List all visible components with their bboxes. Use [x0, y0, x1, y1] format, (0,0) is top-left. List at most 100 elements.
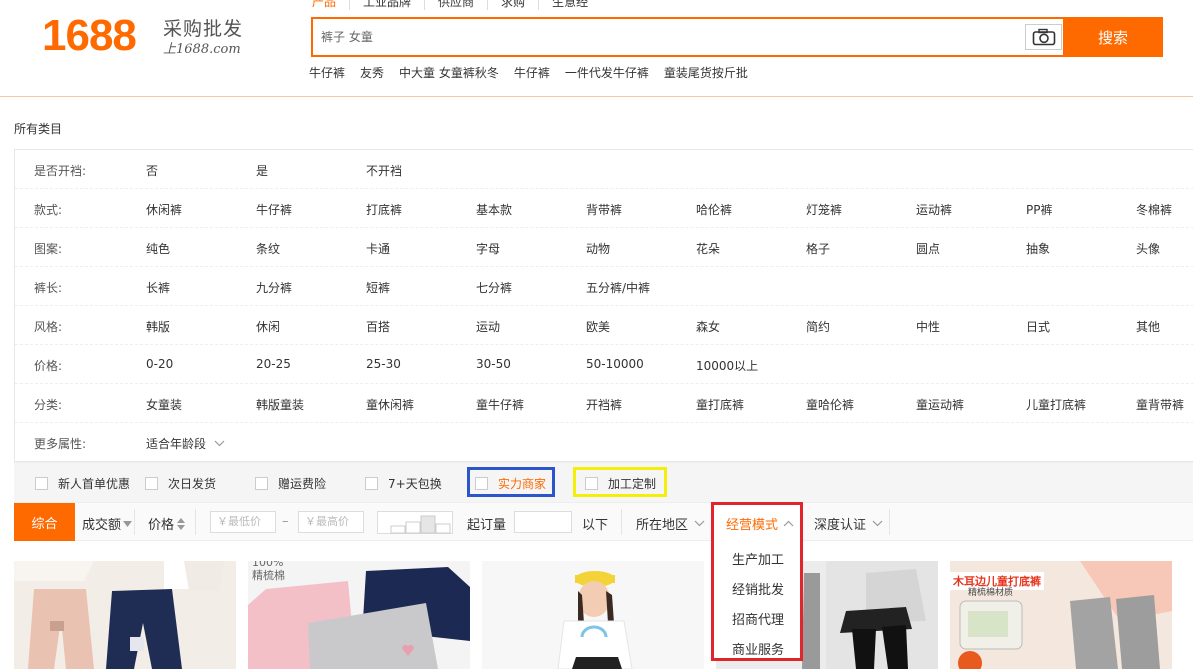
product-card[interactable]	[14, 561, 236, 669]
filter-option[interactable]: 不开裆	[366, 162, 402, 179]
filter-option[interactable]: 条纹	[256, 240, 280, 257]
filter-option[interactable]: 简约	[806, 318, 830, 335]
filter-option[interactable]: 童背带裤	[1136, 396, 1184, 413]
filter-option[interactable]: 字母	[476, 240, 500, 257]
checkbox[interactable]	[35, 477, 48, 490]
price-distribution-chart[interactable]	[377, 511, 453, 534]
checkbox[interactable]	[145, 477, 158, 490]
filter-option[interactable]: 否	[146, 162, 158, 179]
filter-option[interactable]: 休闲裤	[146, 201, 182, 218]
checkbox[interactable]	[365, 477, 378, 490]
business-mode-option[interactable]: 商业服务	[732, 639, 784, 658]
filter-option[interactable]: 20-25	[256, 357, 291, 371]
logo[interactable]: 1688	[42, 11, 137, 61]
filter-option[interactable]: 运动	[476, 318, 500, 335]
tab-business[interactable]: 生意经	[538, 0, 601, 10]
business-mode-toggle[interactable]: 经营模式	[726, 514, 794, 533]
filter-option[interactable]: 女童装	[146, 396, 182, 413]
filter-option[interactable]: 休闲	[256, 318, 280, 335]
filter-option[interactable]: 童休闲裤	[366, 396, 414, 413]
filter-option[interactable]: PP裤	[1026, 201, 1052, 218]
sort-comprehensive[interactable]: 综合	[14, 503, 75, 541]
filter-option[interactable]: 基本款	[476, 201, 512, 218]
service-checkbox-7day-exchange[interactable]: 7+天包换	[365, 475, 442, 492]
filter-option[interactable]: 森女	[696, 318, 720, 335]
filter-option[interactable]: 韩版童装	[256, 396, 304, 413]
product-card[interactable]	[482, 561, 704, 669]
filter-option[interactable]: 是	[256, 162, 268, 179]
sort-volume[interactable]: 成交额	[82, 514, 133, 533]
filter-option[interactable]: 七分裤	[476, 279, 512, 296]
filter-option[interactable]: 0-20	[146, 357, 173, 371]
hot-word[interactable]: 牛仔裤	[309, 66, 345, 80]
filter-option[interactable]: 背带裤	[586, 201, 622, 218]
filter-option[interactable]: 花朵	[696, 240, 720, 257]
filter-option[interactable]: 儿童打底裤	[1026, 396, 1086, 413]
hot-word[interactable]: 中大童 女童裤秋冬	[399, 66, 499, 80]
filter-option[interactable]: 童哈伦裤	[806, 396, 854, 413]
checkbox[interactable]	[475, 477, 488, 490]
product-card[interactable]: 木耳边儿童打底裤 精梳棉材质	[950, 561, 1172, 669]
checkbox[interactable]	[255, 477, 268, 490]
filter-option[interactable]: 运动裤	[916, 201, 952, 218]
filter-option[interactable]: 灯笼裤	[806, 201, 842, 218]
filter-option[interactable]: 50-10000	[586, 357, 644, 371]
filter-option[interactable]: 五分裤/中裤	[586, 279, 650, 296]
filter-option[interactable]: 纯色	[146, 240, 170, 257]
filter-option[interactable]: 卡通	[366, 240, 390, 257]
filter-option[interactable]: 牛仔裤	[256, 201, 292, 218]
filter-option[interactable]: 长裤	[146, 279, 170, 296]
filter-option[interactable]: 日式	[1026, 318, 1050, 335]
business-mode-option[interactable]: 生产加工	[732, 549, 784, 568]
tab-product[interactable]: 产品	[310, 0, 349, 10]
hot-word[interactable]: 牛仔裤	[514, 66, 550, 80]
filter-option[interactable]: 童运动裤	[916, 396, 964, 413]
hot-word[interactable]: 童装尾货按斤批	[664, 66, 748, 80]
min-price-input[interactable]: ￥最低价	[210, 511, 276, 533]
tab-supplier[interactable]: 供应商	[424, 0, 487, 10]
filter-option[interactable]: 童打底裤	[696, 396, 744, 413]
tab-industrial-brand[interactable]: 工业品牌	[349, 0, 424, 10]
filter-option[interactable]: 30-50	[476, 357, 511, 371]
filter-option[interactable]: 25-30	[366, 357, 401, 371]
filter-option[interactable]: 百搭	[366, 318, 390, 335]
filter-option[interactable]: 圆点	[916, 240, 940, 257]
business-mode-option[interactable]: 经销批发	[732, 579, 784, 598]
service-checkbox-strong-merchant[interactable]: 实力商家	[475, 475, 546, 492]
service-checkbox-freight-insurance[interactable]: 赠运费险	[255, 475, 326, 492]
filter-option[interactable]: 哈伦裤	[696, 201, 732, 218]
image-search-button[interactable]	[1025, 24, 1062, 50]
filter-option[interactable]: 童牛仔裤	[476, 396, 524, 413]
hot-word[interactable]: 一件代发牛仔裤	[565, 66, 649, 80]
filter-option[interactable]: 开裆裤	[586, 396, 622, 413]
filter-option[interactable]: 中性	[916, 318, 940, 335]
max-price-input[interactable]: ￥最高价	[298, 511, 364, 533]
filter-option[interactable]: 格子	[806, 240, 830, 257]
filter-option[interactable]: 冬棉裤	[1136, 201, 1172, 218]
filter-option[interactable]: 动物	[586, 240, 610, 257]
service-checkbox-next-day[interactable]: 次日发货	[145, 475, 216, 492]
filter-option[interactable]: 短裤	[366, 279, 390, 296]
checkbox[interactable]	[585, 477, 598, 490]
filter-option[interactable]: 头像	[1136, 240, 1160, 257]
breadcrumb[interactable]: 所有类目	[14, 120, 62, 137]
region-dropdown[interactable]: 所在地区	[636, 514, 705, 533]
sort-price[interactable]: 价格	[148, 514, 186, 533]
filter-option[interactable]: 打底裤	[366, 201, 402, 218]
filter-option[interactable]: 10000以上	[696, 357, 758, 374]
service-checkbox-new-user[interactable]: 新人首单优惠	[35, 475, 130, 492]
search-button[interactable]: 搜索	[1063, 17, 1163, 57]
certification-dropdown[interactable]: 深度认证	[814, 514, 883, 533]
hot-word[interactable]: 友秀	[360, 66, 384, 80]
search-input[interactable]	[321, 19, 1021, 55]
business-mode-option[interactable]: 招商代理	[732, 609, 784, 628]
filter-option[interactable]: 韩版	[146, 318, 170, 335]
filter-option[interactable]: 九分裤	[256, 279, 292, 296]
filter-option[interactable]: 其他	[1136, 318, 1160, 335]
tab-purchase[interactable]: 求购	[487, 0, 538, 10]
filter-option[interactable]: 欧美	[586, 318, 610, 335]
filter-option[interactable]: 抽象	[1026, 240, 1050, 257]
service-checkbox-custom-processing[interactable]: 加工定制	[585, 475, 656, 492]
product-card[interactable]: 100% 精梳棉	[248, 561, 470, 669]
age-range-dropdown[interactable]: 适合年龄段	[146, 435, 225, 452]
